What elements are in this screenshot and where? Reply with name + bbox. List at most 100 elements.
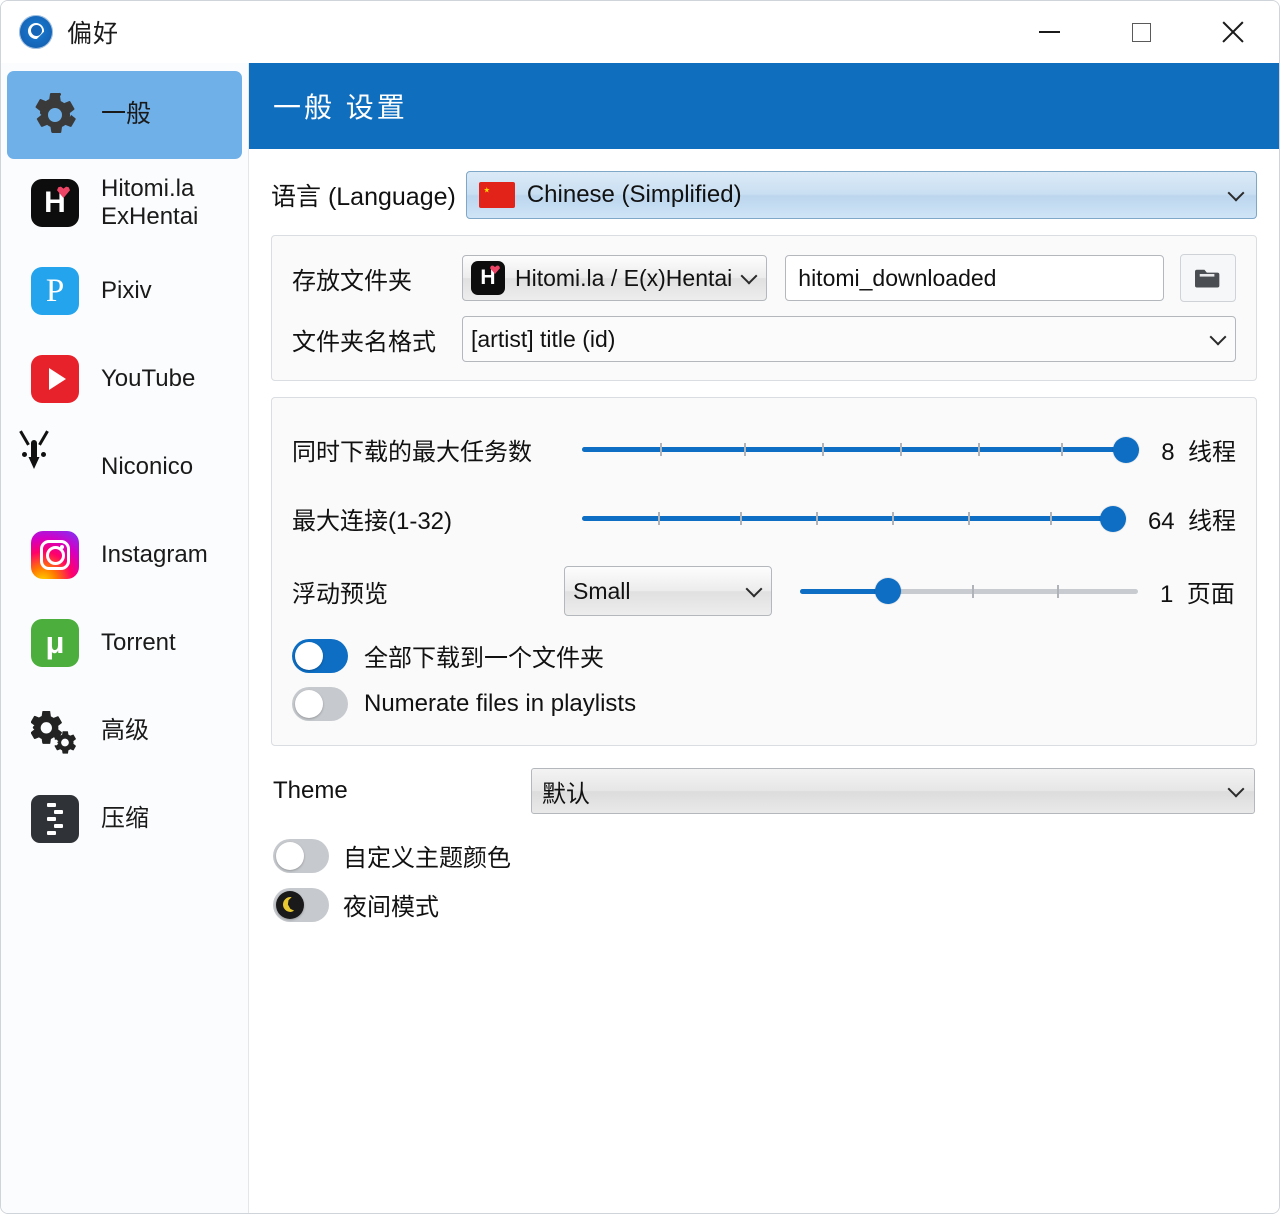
- floating-preview-row: 浮动预览 Small 1 页面: [292, 566, 1236, 616]
- chevron-down-icon: [1227, 184, 1245, 202]
- torrent-icon: μ: [31, 619, 79, 667]
- name-format-value: [artist] title (id): [471, 325, 616, 352]
- gears-icon: [31, 707, 79, 755]
- download-single-folder-label: 全部下载到一个文件夹: [364, 645, 604, 672]
- maximize-button[interactable]: [1095, 1, 1187, 63]
- youtube-icon: [31, 355, 79, 403]
- title-bar: 偏好: [1, 1, 1279, 63]
- theme-row: Theme 默认: [273, 768, 1255, 814]
- sidebar-item-pixiv[interactable]: P Pixiv: [7, 247, 242, 335]
- max-tasks-value: 8 线程: [1161, 439, 1236, 466]
- max-tasks-slider[interactable]: [582, 434, 1140, 466]
- custom-theme-color-row: 自定义主题颜色: [273, 838, 1255, 873]
- preview-pages-value: 1 页面: [1160, 580, 1235, 608]
- chevron-down-icon: [1227, 780, 1245, 798]
- minimize-button[interactable]: [1003, 1, 1095, 63]
- folder-open-icon: [1195, 269, 1220, 288]
- site-select[interactable]: H Hitomi.la / E(x)Hentai: [462, 255, 768, 301]
- custom-theme-color-toggle[interactable]: [273, 838, 329, 873]
- floating-preview-label: 浮动预览: [292, 580, 388, 608]
- sidebar-item-label: 高级: [101, 716, 149, 744]
- sidebar-item-advanced[interactable]: 高级: [7, 687, 242, 775]
- theme-block: Theme 默认 自定义主题颜色 夜间模式: [271, 768, 1257, 922]
- slider-track: [800, 584, 1138, 598]
- sidebar-item-label: Hitomi.la ExHentai: [101, 174, 199, 230]
- save-folder-row: 存放文件夹 H Hitomi.la / E(x)Hentai: [292, 254, 1236, 302]
- sidebar-item-compress[interactable]: 压缩: [7, 775, 242, 863]
- max-tasks-row: 同时下载的最大任务数 8 线程: [292, 432, 1236, 467]
- sidebar-item-label: YouTube: [101, 364, 196, 392]
- window-title: 偏好: [67, 20, 120, 48]
- language-label: 语言 (Language): [271, 183, 456, 211]
- moon-icon: [282, 897, 295, 912]
- close-icon: [1220, 19, 1246, 45]
- numerate-files-label: Numerate files in playlists: [364, 690, 637, 717]
- preferences-window: 偏好 一般 H Hitomi.la ExHentai P Pixiv YouTu…: [0, 0, 1280, 1214]
- chevron-down-icon: [745, 580, 763, 598]
- slider-fill: [582, 447, 1140, 452]
- theme-label: Theme: [273, 777, 348, 804]
- preview-size-select[interactable]: Small: [564, 566, 772, 616]
- sidebar-item-label: 压缩: [101, 804, 149, 832]
- maximize-icon: [1131, 22, 1151, 42]
- name-format-select[interactable]: [artist] title (id): [462, 316, 1236, 362]
- slider-track: [582, 443, 1140, 456]
- browse-folder-button[interactable]: [1180, 254, 1236, 302]
- site-select-value: Hitomi.la / E(x)Hentai: [515, 264, 733, 291]
- custom-theme-color-label: 自定义主题颜色: [343, 845, 511, 872]
- slider-knob[interactable]: [1099, 505, 1126, 532]
- close-button[interactable]: [1187, 1, 1279, 63]
- title-bar-left: 偏好: [1, 14, 119, 50]
- slider-track: [582, 512, 1126, 525]
- sidebar-item-label: 一般: [101, 100, 152, 129]
- window-controls: [1003, 1, 1279, 63]
- preview-pages-slider[interactable]: [800, 575, 1138, 607]
- max-connections-value: 64 线程: [1147, 508, 1236, 535]
- name-format-label: 文件夹名格式: [292, 328, 436, 356]
- hitomi-icon: H: [31, 179, 79, 227]
- window-body: 一般 H Hitomi.la ExHentai P Pixiv YouTube …: [1, 63, 1279, 1213]
- section-title: 一般 设置: [249, 63, 1279, 149]
- flag-cn-icon: [478, 182, 515, 208]
- language-row: 语言 (Language) Chinese (Simplified): [271, 171, 1257, 219]
- sidebar-item-hitomi[interactable]: H Hitomi.la ExHentai: [7, 159, 242, 247]
- folder-group: 存放文件夹 H Hitomi.la / E(x)Hentai hitomi_do…: [271, 235, 1257, 381]
- download-single-folder-toggle[interactable]: [292, 638, 348, 673]
- sidebar-item-instagram[interactable]: Instagram: [7, 511, 242, 599]
- sidebar-item-torrent[interactable]: μ Torrent: [7, 599, 242, 687]
- app-logo-icon: [19, 15, 53, 49]
- slider-knob[interactable]: [1113, 436, 1140, 463]
- chevron-down-icon: [1209, 328, 1227, 346]
- hitomi-icon: H: [471, 261, 505, 295]
- slider-knob[interactable]: [874, 578, 901, 604]
- sidebar-item-general[interactable]: 一般: [7, 71, 242, 159]
- theme-select[interactable]: 默认: [531, 768, 1255, 814]
- theme-value: 默认: [542, 780, 590, 808]
- sidebar-item-label: Niconico: [101, 452, 194, 480]
- instagram-icon: [31, 531, 79, 579]
- language-select[interactable]: Chinese (Simplified): [465, 171, 1257, 219]
- numerate-files-toggle[interactable]: [292, 687, 348, 721]
- max-connections-slider[interactable]: [582, 503, 1126, 535]
- download-group: 同时下载的最大任务数 8 线程 最大连接(1-32) 64 线程 浮动预览 Sm…: [271, 397, 1257, 746]
- sidebar-item-label: Pixiv: [101, 276, 152, 304]
- max-tasks-label: 同时下载的最大任务数: [292, 439, 532, 466]
- save-folder-label: 存放文件夹: [292, 267, 412, 295]
- niconico-icon: [22, 440, 79, 491]
- sidebar-item-niconico[interactable]: Niconico: [7, 423, 242, 511]
- download-single-folder-row: 全部下载到一个文件夹: [292, 638, 1236, 673]
- main-pane: 一般 设置 语言 (Language) Chinese (Simplified)…: [249, 63, 1279, 1213]
- night-mode-row: 夜间模式: [273, 887, 1255, 922]
- zip-icon: [31, 795, 79, 843]
- sidebar-item-label: Torrent: [101, 628, 176, 656]
- folder-path-input[interactable]: [785, 255, 1164, 301]
- night-mode-label: 夜间模式: [343, 894, 439, 921]
- sidebar-item-label: Instagram: [101, 540, 208, 568]
- sidebar-item-youtube[interactable]: YouTube: [7, 335, 242, 423]
- max-connections-label: 最大连接(1-32): [292, 508, 453, 535]
- pixiv-icon: P: [31, 267, 79, 315]
- language-value: Chinese (Simplified): [526, 181, 742, 208]
- settings-content: 语言 (Language) Chinese (Simplified) 存放文件夹…: [249, 149, 1279, 922]
- numerate-files-row: Numerate files in playlists: [292, 687, 1236, 721]
- night-mode-toggle[interactable]: [273, 887, 329, 922]
